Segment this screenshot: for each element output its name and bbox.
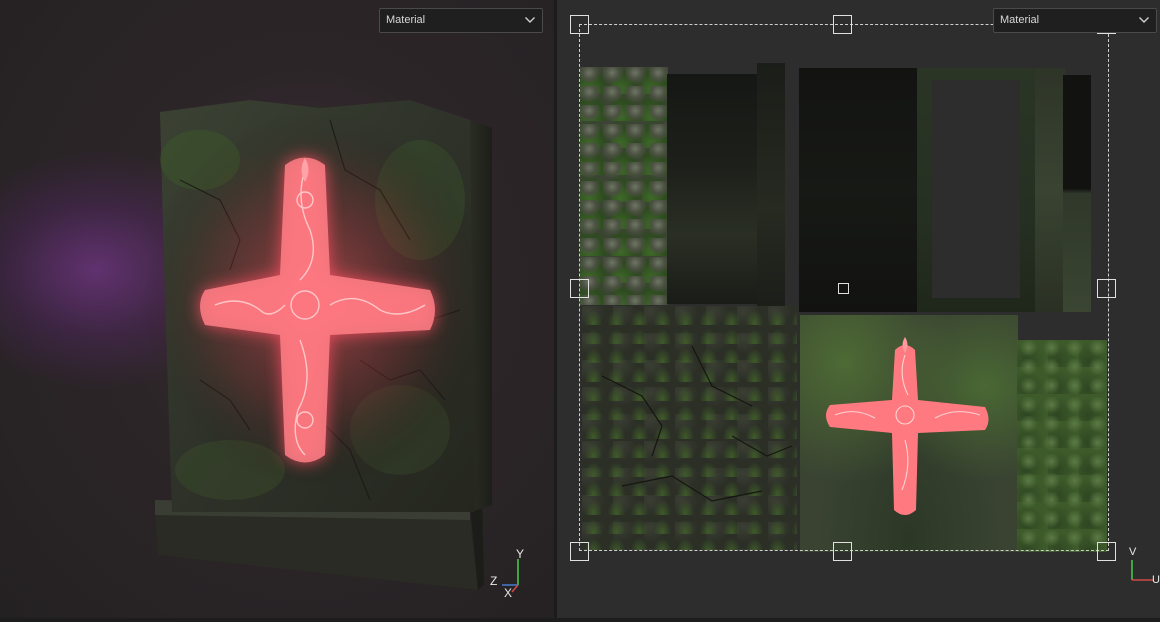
material-dropdown-uv-value: Material	[1000, 14, 1040, 26]
handle-middle-right[interactable]	[1097, 279, 1116, 298]
handle-pivot[interactable]	[838, 283, 849, 294]
axis-gizmo-icon: V U	[1127, 546, 1160, 588]
bottom-status-strip	[0, 618, 1160, 622]
viewport-3d[interactable]: Material Y Z X	[0, 0, 554, 618]
material-dropdown-3d-value: Material	[386, 14, 426, 26]
handle-bottom-right[interactable]	[1097, 542, 1116, 561]
handle-middle-left[interactable]	[570, 279, 589, 298]
tombstone-model[interactable]	[0, 0, 554, 618]
viewport-uv[interactable]: Material V U	[557, 0, 1160, 618]
handle-top-center[interactable]	[833, 15, 852, 34]
handle-bottom-center[interactable]	[833, 542, 852, 561]
material-dropdown-uv[interactable]: Material	[993, 8, 1157, 33]
handle-bottom-left[interactable]	[570, 542, 589, 561]
handle-top-left[interactable]	[570, 15, 589, 34]
axis-v-label: V	[1129, 546, 1137, 558]
chevron-down-icon	[524, 9, 536, 32]
axis-gizmo-icon: Y Z X	[488, 545, 528, 603]
axis-y-label: Y	[516, 547, 525, 561]
material-dropdown-3d[interactable]: Material	[379, 8, 543, 33]
axis-z-label: Z	[490, 574, 498, 588]
axis-u-label: U	[1152, 574, 1160, 586]
axis-x-label: X	[504, 586, 513, 600]
chevron-down-icon	[1138, 9, 1150, 32]
